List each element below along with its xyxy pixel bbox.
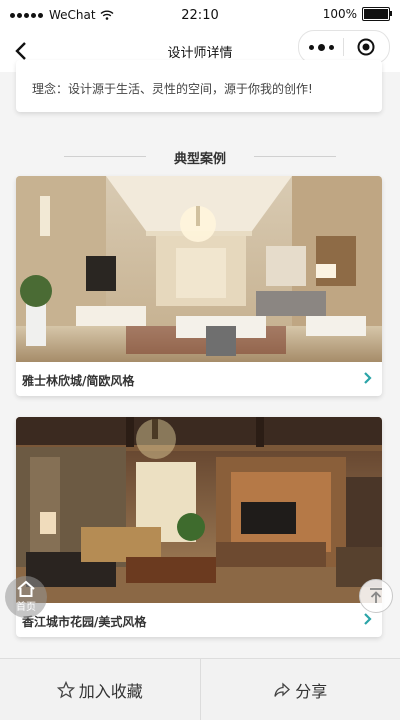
divider-line: [254, 156, 336, 157]
share-button[interactable]: 分享: [201, 659, 400, 720]
designer-philosophy: 理念：设计源于生活、灵性的空间，源于你我的创作!: [32, 82, 313, 96]
designer-philosophy-card: 理念：设计源于生活、灵性的空间，源于你我的创作!: [16, 60, 382, 112]
home-icon: [17, 580, 35, 597]
status-bar: WeChat 22:10 100%: [0, 0, 400, 30]
target-close-icon: [357, 38, 375, 56]
status-right: 100%: [322, 7, 392, 21]
add-favorite-button[interactable]: 加入收藏: [0, 659, 200, 720]
battery-icon: [362, 7, 392, 21]
chevron-right-icon: [364, 372, 372, 384]
share-arrow-icon: [273, 681, 291, 699]
home-button-label: 首页: [16, 602, 36, 613]
battery-percent: 100%: [322, 7, 357, 21]
case-card[interactable]: 香江城市花园/美式风格: [16, 417, 382, 637]
section-header: 典型案例: [0, 146, 400, 167]
case-title: 香江城市花园/美式风格: [22, 615, 147, 629]
case-photo-european-living-room: [16, 176, 382, 362]
close-mini-program-button[interactable]: [344, 31, 388, 63]
more-dot-icon: [308, 44, 314, 50]
mini-program-capsule: [298, 30, 390, 64]
bottom-action-bar: 加入收藏 分享: [0, 658, 400, 720]
section-title: 典型案例: [173, 152, 226, 167]
star-outline-icon: [56, 681, 75, 699]
battery-fill: [364, 9, 388, 19]
home-button[interactable]: 首页: [5, 576, 47, 618]
more-button[interactable]: [299, 31, 343, 63]
case-photo-american-living-room: [16, 417, 382, 603]
app-screen: WeChat 22:10 100% 设计师详情 理念：设计源于生活、灵性的空间，…: [0, 0, 400, 720]
case-card[interactable]: 雅士林欣城/简欧风格: [16, 176, 382, 396]
share-label: 分享: [295, 682, 328, 701]
case-title: 雅士林欣城/简欧风格: [22, 374, 135, 388]
add-favorite-label: 加入收藏: [78, 682, 143, 701]
more-dot-icon: [328, 44, 334, 50]
arrow-up-to-top-icon: [370, 588, 382, 603]
more-dot-icon: [317, 43, 325, 51]
back-to-top-button[interactable]: [359, 579, 393, 613]
chevron-right-icon: [364, 613, 372, 625]
